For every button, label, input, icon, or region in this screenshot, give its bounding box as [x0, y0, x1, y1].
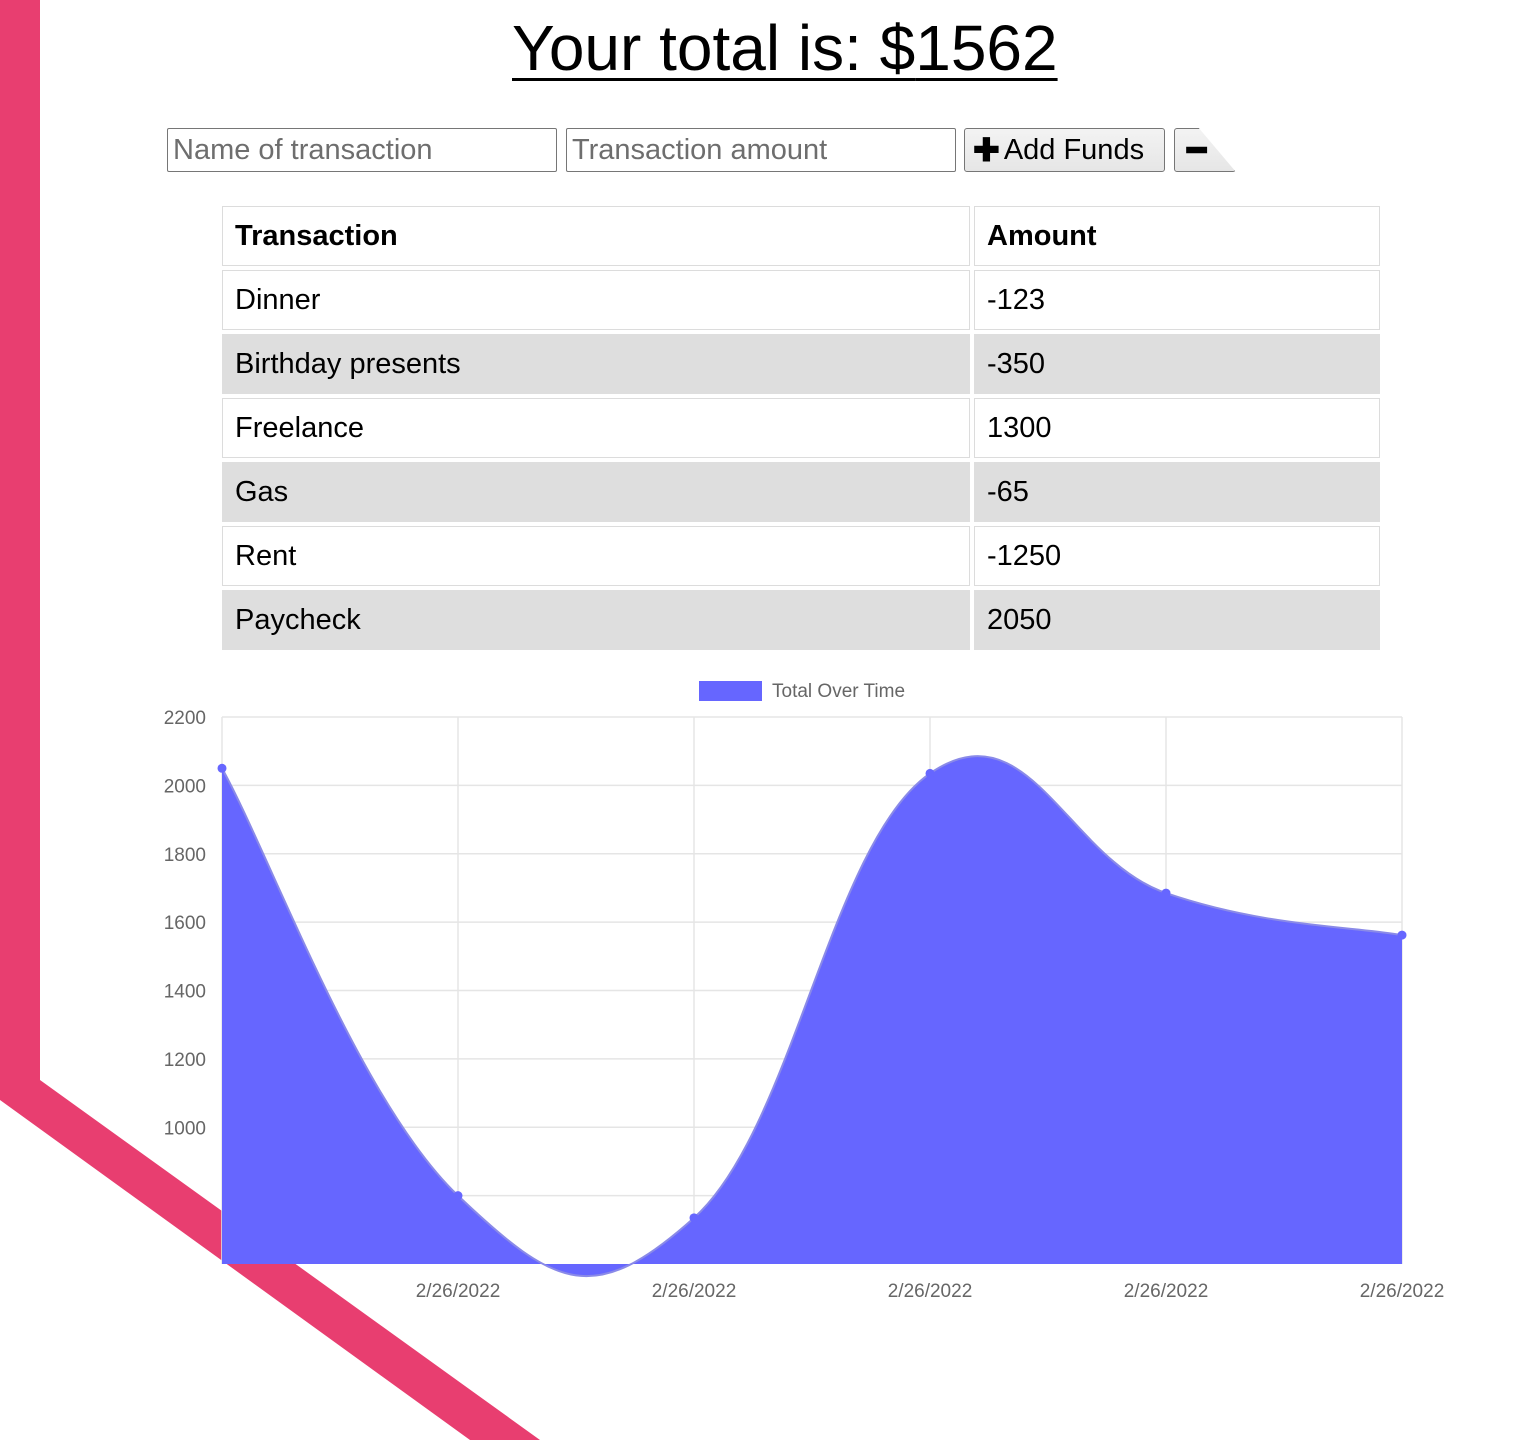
y-tick-label: 1000	[164, 1118, 206, 1139]
series-area	[222, 756, 1402, 1277]
y-tick-label: 2200	[164, 708, 206, 729]
table-row: Dinner -123	[222, 270, 1380, 330]
y-tick-label: 1200	[164, 1050, 206, 1071]
data-point	[1161, 888, 1171, 898]
table-row: Freelance 1300	[222, 398, 1380, 458]
transaction-amount-cell: -123	[974, 270, 1380, 330]
total-value: 1562	[915, 12, 1058, 84]
data-point	[925, 768, 935, 778]
transaction-amount-cell: 1300	[974, 398, 1380, 458]
y-tick-label: 1800	[164, 845, 206, 866]
add-funds-button[interactable]: ✚ Add Funds	[964, 128, 1165, 172]
legend-swatch	[699, 681, 762, 701]
table-row: Paycheck 2050	[222, 590, 1380, 650]
add-funds-label: Add Funds	[1003, 133, 1145, 166]
transaction-name-cell: Dinner	[222, 270, 970, 330]
y-tick-label: 1600	[164, 913, 206, 934]
table-row: Birthday presents -350	[222, 334, 1380, 394]
plus-icon: ✚	[973, 132, 1000, 168]
transaction-name-cell: Birthday presents	[222, 334, 970, 394]
table-row: Gas -65	[222, 462, 1380, 522]
transactions-table-container: Transaction Amount Dinner -123 Birthday …	[220, 204, 1382, 652]
data-point	[453, 1191, 463, 1201]
x-tick-label: 2/26/2022	[1124, 1281, 1209, 1302]
transaction-name-cell: Gas	[222, 462, 970, 522]
legend-label: Total Over Time	[772, 681, 905, 702]
transaction-name-cell: Freelance	[222, 398, 970, 458]
total-heading: Your total is: $1562	[512, 8, 1058, 88]
data-point	[1397, 930, 1407, 940]
column-header-transaction: Transaction	[222, 206, 970, 266]
table-row: Rent -1250	[222, 526, 1380, 586]
transaction-amount-cell: -65	[974, 462, 1380, 522]
minus-icon: ━	[1187, 132, 1207, 168]
total-label: Your total is: $	[512, 12, 916, 84]
x-tick-label: 2/26/2022	[1360, 1281, 1445, 1302]
x-tick-label: 2/26/2022	[652, 1281, 737, 1302]
table-header-row: Transaction Amount	[222, 206, 1380, 266]
y-tick-label: 2000	[164, 776, 206, 797]
transaction-name-input[interactable]	[167, 128, 557, 172]
x-tick-label: 2/26/2022	[416, 1281, 501, 1302]
data-point	[689, 1213, 699, 1223]
column-header-amount: Amount	[974, 206, 1380, 266]
transaction-amount-cell: 2050	[974, 590, 1380, 650]
transaction-name-cell: Rent	[222, 526, 970, 586]
x-tick-label: 2/26/2022	[888, 1281, 973, 1302]
transaction-amount-cell: -350	[974, 334, 1380, 394]
budget-tracker-page: Your total is: $1562 ✚ Add Funds ━ Trans…	[0, 0, 1521, 1440]
transaction-amount-cell: -1250	[974, 526, 1380, 586]
transaction-amount-input[interactable]	[566, 128, 956, 172]
transactions-table: Transaction Amount Dinner -123 Birthday …	[218, 202, 1384, 654]
transaction-name-cell: Paycheck	[222, 590, 970, 650]
data-point	[217, 763, 227, 773]
y-tick-label: 1400	[164, 982, 206, 1003]
